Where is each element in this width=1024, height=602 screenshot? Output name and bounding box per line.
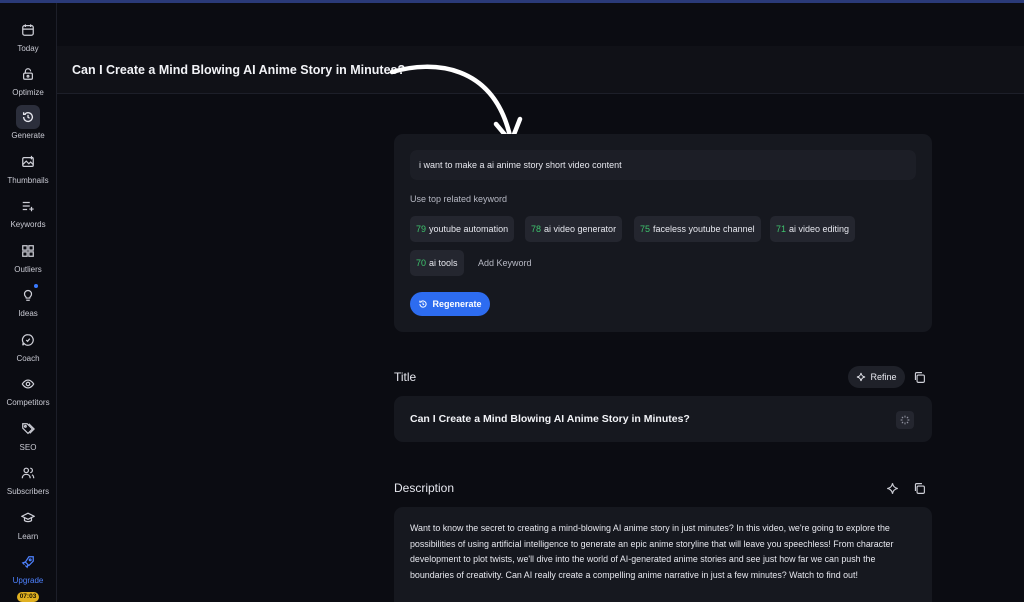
sidebar-item-today[interactable]: Today xyxy=(0,17,56,57)
regenerate-button[interactable]: Regenerate xyxy=(410,292,490,316)
calendar-icon xyxy=(16,18,40,42)
sidebar-item-label: Outliers xyxy=(14,265,42,274)
refresh-icon xyxy=(419,300,428,308)
keyword-score: 79 xyxy=(416,224,427,234)
page-title: Can I Create a Mind Blowing AI Anime Sto… xyxy=(72,63,406,77)
sidebar-item-thumbnails[interactable]: Thumbnails xyxy=(0,149,56,189)
sidebar-item-learn[interactable]: Learn xyxy=(0,505,56,545)
sidebar-item-subscribers[interactable]: Subscribers xyxy=(0,460,56,500)
regenerate-label: Regenerate xyxy=(432,299,482,309)
sidebar-item-label: Keywords xyxy=(10,220,46,229)
keyword-chip[interactable]: 70 ai tools xyxy=(410,250,464,276)
keyword-text: faceless youtube channel xyxy=(653,224,755,234)
description-section-label: Description xyxy=(394,481,455,495)
sidebar-item-label: Upgrade xyxy=(12,576,44,585)
sidebar-item-outliers[interactable]: Outliers xyxy=(0,238,56,278)
grid-icon xyxy=(16,239,40,263)
list-plus-icon xyxy=(16,194,40,218)
sidebar-item-label: Competitors xyxy=(6,398,50,407)
keyword-score: 70 xyxy=(416,258,427,268)
keyword-score: 71 xyxy=(776,224,787,234)
sidebar-item-label: Thumbnails xyxy=(7,176,49,185)
keyword-chip[interactable]: 78 ai video generator xyxy=(525,216,623,242)
sidebar-item-label: Generate xyxy=(11,131,45,140)
refine-description-button[interactable] xyxy=(884,480,900,496)
sparkle-icon xyxy=(886,482,898,494)
sidebar-item-label: Ideas xyxy=(18,309,38,318)
copy-title-button[interactable] xyxy=(911,369,927,385)
keywords-label: Use top related keyword xyxy=(410,194,508,204)
image-icon xyxy=(16,150,40,174)
sidebar-item-seo[interactable]: SEO xyxy=(0,416,56,456)
keyword-chip[interactable]: 75 faceless youtube channel xyxy=(634,216,761,242)
eye-icon xyxy=(16,372,40,396)
keyword-chip[interactable]: 79 youtube automation xyxy=(410,216,515,242)
sidebar-item-label: SEO xyxy=(19,443,37,452)
add-keyword-button[interactable]: Add Keyword xyxy=(478,258,532,268)
sidebar-item-optimize[interactable]: Optimize xyxy=(0,61,56,101)
generate-panel: Use top related keyword 79 youtube autom… xyxy=(394,134,932,332)
tags-icon xyxy=(16,417,40,441)
sidebar-item-label: Optimize xyxy=(12,88,44,97)
notification-dot xyxy=(34,284,38,288)
copy-icon xyxy=(914,482,925,494)
chat-icon xyxy=(16,328,40,352)
prompt-input[interactable] xyxy=(410,150,916,180)
sparkle-icon xyxy=(857,372,866,382)
rocket-icon xyxy=(16,550,40,574)
copy-icon xyxy=(914,371,925,383)
graduation-cap-icon xyxy=(16,506,40,530)
timer-badge: 07:03 xyxy=(17,592,39,602)
keyword-text: youtube automation xyxy=(429,224,509,234)
lock-icon xyxy=(16,62,40,86)
title-panel: Can I Create a Mind Blowing AI Anime Sto… xyxy=(394,396,932,442)
loading-icon[interactable] xyxy=(896,411,914,429)
sidebar-item-coach[interactable]: Coach xyxy=(0,327,56,367)
sidebar-item-ideas[interactable]: Ideas xyxy=(0,282,56,322)
sidebar-item-label: Today xyxy=(17,44,39,53)
sidebar-item-label: Coach xyxy=(16,354,40,363)
sidebar-item-generate[interactable]: Generate xyxy=(0,104,56,144)
keyword-text: ai video generator xyxy=(544,224,617,234)
copy-description-button[interactable] xyxy=(911,480,927,496)
top-accent-line xyxy=(0,0,1024,3)
refine-label: Refine xyxy=(870,372,897,382)
refresh-icon xyxy=(16,105,40,129)
title-section-label: Title xyxy=(394,370,417,384)
sidebar-item-label: Learn xyxy=(17,532,39,541)
sidebar-item-keywords[interactable]: Keywords xyxy=(0,193,56,233)
keyword-chip[interactable]: 71 ai video editing xyxy=(770,216,856,242)
refine-button[interactable]: Refine xyxy=(848,366,905,388)
users-icon xyxy=(16,461,40,485)
sidebar: Today Optimize Generate Thumbnails Keywo… xyxy=(0,3,57,602)
generated-title: Can I Create a Mind Blowing AI Anime Sto… xyxy=(410,413,690,425)
keyword-score: 75 xyxy=(640,224,651,234)
sidebar-item-label: Subscribers xyxy=(6,487,50,496)
generated-description: Want to know the secret to creating a mi… xyxy=(410,523,894,580)
page-header: Can I Create a Mind Blowing AI Anime Sto… xyxy=(57,46,1024,94)
keyword-text: ai video editing xyxy=(789,224,850,234)
keyword-score: 78 xyxy=(531,224,542,234)
sidebar-item-upgrade[interactable]: Upgrade xyxy=(0,549,56,589)
keyword-text: ai tools xyxy=(429,258,458,268)
description-panel: Want to know the secret to creating a mi… xyxy=(394,507,932,602)
sidebar-item-competitors[interactable]: Competitors xyxy=(0,371,56,411)
